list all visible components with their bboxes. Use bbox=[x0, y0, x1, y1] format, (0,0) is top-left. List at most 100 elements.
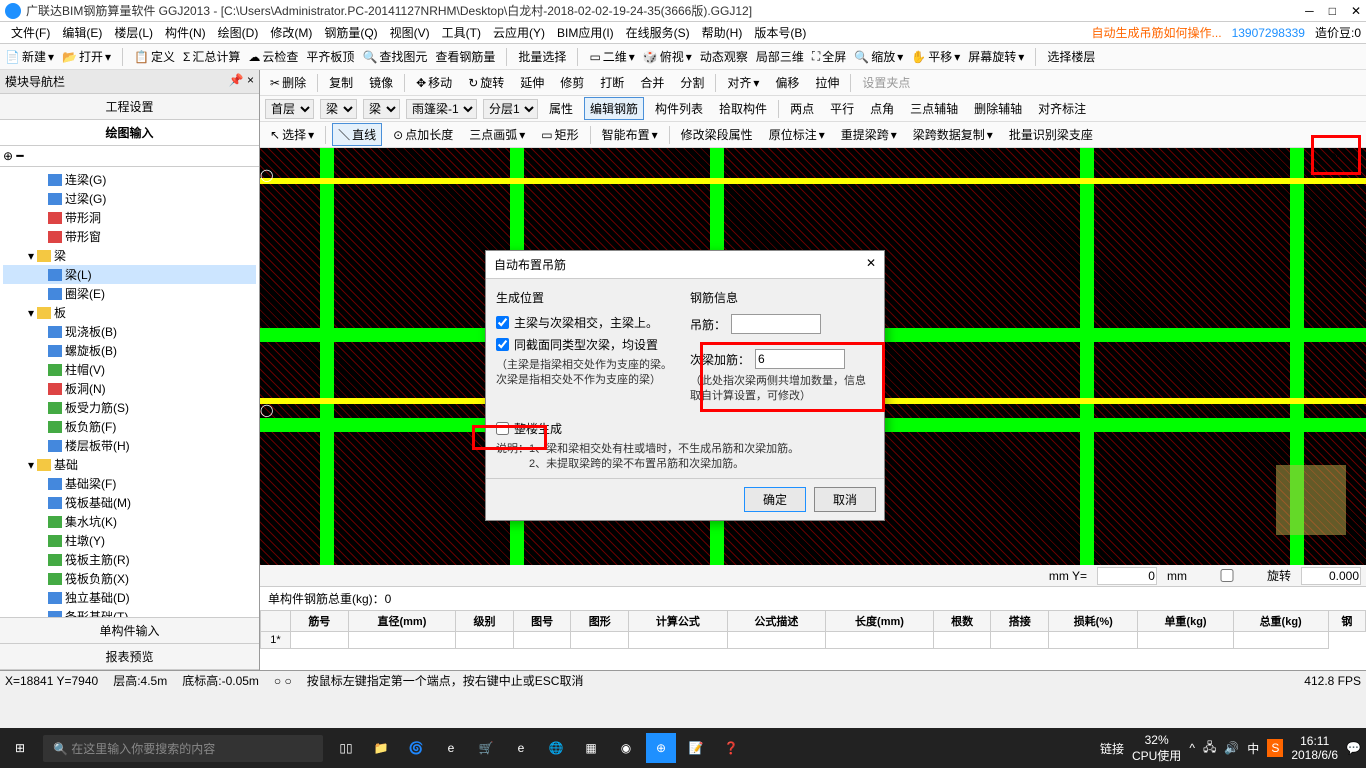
app-icon-4[interactable]: 🛒 bbox=[471, 733, 501, 763]
tb-rotate[interactable]: 屏幕旋转 ▾ bbox=[968, 48, 1024, 65]
dialog-close-icon[interactable]: ✕ bbox=[866, 256, 876, 273]
menu-edit[interactable]: 编辑(E) bbox=[56, 24, 108, 41]
ok-button[interactable]: 确定 bbox=[744, 487, 806, 512]
btn-offset[interactable]: 偏移 bbox=[770, 72, 804, 93]
tab-single[interactable]: 单构件输入 bbox=[0, 618, 259, 644]
btn-mod-beam[interactable]: 修改梁段属性 bbox=[676, 124, 758, 145]
tree-item[interactable]: ▾板 bbox=[3, 303, 256, 322]
tree-item[interactable]: 带形窗 bbox=[3, 227, 256, 246]
menu-online[interactable]: 在线服务(S) bbox=[620, 24, 696, 41]
tb-orbit[interactable]: 动态观察 bbox=[700, 48, 748, 65]
tb-full[interactable]: ⛶全屏 bbox=[812, 48, 846, 65]
btn-arc[interactable]: 三点画弧 ▾ bbox=[464, 124, 530, 145]
menu-draw[interactable]: 绘图(D) bbox=[212, 24, 265, 41]
tb-cloud[interactable]: ☁云检查 bbox=[248, 48, 298, 65]
tree-item[interactable]: 板受力筋(S) bbox=[3, 398, 256, 417]
floor-select[interactable]: 首层 bbox=[265, 99, 314, 119]
menu-modify[interactable]: 修改(M) bbox=[264, 24, 318, 41]
btn-pick[interactable]: 拾取构件 bbox=[714, 98, 772, 119]
btn-del-axis[interactable]: 删除辅轴 bbox=[969, 98, 1027, 119]
tree-item[interactable]: 筏板基础(M) bbox=[3, 493, 256, 512]
account-label[interactable]: 13907298339 bbox=[1232, 26, 1305, 40]
app-icon-7[interactable]: ▦ bbox=[576, 733, 606, 763]
menu-component[interactable]: 构件(N) bbox=[159, 24, 212, 41]
btn-line[interactable]: ＼直线 bbox=[332, 123, 382, 146]
tb-pan[interactable]: ✋平移 ▾ bbox=[911, 48, 960, 65]
menu-floor[interactable]: 楼层(L) bbox=[108, 24, 159, 41]
tree-item[interactable]: 带形洞 bbox=[3, 208, 256, 227]
tab-project[interactable]: 工程设置 bbox=[0, 94, 259, 120]
tree-item[interactable]: 楼层板带(H) bbox=[3, 436, 256, 455]
cat2-select[interactable]: 梁 bbox=[363, 99, 400, 119]
tree-item[interactable]: 筏板负筋(X) bbox=[3, 569, 256, 588]
app-icon-9[interactable]: ⊕ bbox=[646, 733, 676, 763]
tray-up-icon[interactable]: ^ bbox=[1189, 741, 1195, 755]
btn-delete[interactable]: ✂删除 bbox=[265, 72, 311, 93]
cat1-select[interactable]: 梁 bbox=[320, 99, 357, 119]
tb-view-rebar[interactable]: 查看钢筋量 bbox=[435, 48, 495, 65]
tree-item[interactable]: 梁(L) bbox=[3, 265, 256, 284]
coord-y-input[interactable] bbox=[1097, 567, 1157, 585]
btn-move[interactable]: ✥移动 bbox=[411, 72, 457, 93]
btn-props[interactable]: 属性 bbox=[544, 98, 578, 119]
tab-report[interactable]: 报表预览 bbox=[0, 644, 259, 670]
btn-inplace[interactable]: 原位标注 ▾ bbox=[764, 124, 830, 145]
tb-3d[interactable]: 局部三维 bbox=[756, 48, 804, 65]
tb-top[interactable]: 🎲俯视 ▾ bbox=[643, 48, 692, 65]
tab-draw[interactable]: 绘图输入 bbox=[0, 120, 259, 146]
btn-batch-id[interactable]: 批量识别梁支座 bbox=[1004, 124, 1098, 145]
btn-trim[interactable]: 修剪 bbox=[555, 72, 589, 93]
pin-icon[interactable]: 📌 × bbox=[229, 73, 254, 90]
menu-version[interactable]: 版本号(B) bbox=[748, 24, 812, 41]
app-icon-8[interactable]: ◉ bbox=[611, 733, 641, 763]
expand-toolbar-highlight[interactable]: » bbox=[1311, 135, 1361, 175]
menu-view[interactable]: 视图(V) bbox=[384, 24, 436, 41]
taskview-icon[interactable]: ▯▯ bbox=[331, 733, 361, 763]
btn-select[interactable]: ↖选择 ▾ bbox=[265, 124, 319, 145]
btn-3pt[interactable]: 三点辅轴 bbox=[905, 98, 963, 119]
btn-split[interactable]: 分割 bbox=[675, 72, 709, 93]
tree-item[interactable]: 螺旋板(B) bbox=[3, 341, 256, 360]
app-icon-11[interactable]: ❓ bbox=[716, 733, 746, 763]
tree-item[interactable]: 柱墩(Y) bbox=[3, 531, 256, 550]
tb-zoom[interactable]: 🔍缩放 ▾ bbox=[854, 48, 903, 65]
btn-align[interactable]: 对齐 ▾ bbox=[722, 72, 764, 93]
btn-extend[interactable]: 延伸 bbox=[515, 72, 549, 93]
maximize-icon[interactable]: □ bbox=[1329, 4, 1336, 18]
app-icon-3[interactable]: e bbox=[436, 733, 466, 763]
stirrup-input[interactable] bbox=[731, 314, 821, 334]
tree-item[interactable]: 板洞(N) bbox=[3, 379, 256, 398]
hint-link[interactable]: 自动生成吊筋如何操作... bbox=[1092, 24, 1222, 41]
tb-align[interactable]: 平齐板顶 bbox=[306, 48, 354, 65]
start-button[interactable]: ⊞ bbox=[5, 733, 35, 763]
layer-select[interactable]: 分层1 bbox=[483, 99, 538, 119]
tree-item[interactable]: ▾梁 bbox=[3, 246, 256, 265]
tree-item[interactable]: 筏板主筋(R) bbox=[3, 550, 256, 569]
rotate-input[interactable] bbox=[1301, 567, 1361, 585]
btn-2pt[interactable]: 两点 bbox=[785, 98, 819, 119]
close-icon[interactable]: ✕ bbox=[1351, 4, 1361, 18]
btn-list[interactable]: 构件列表 bbox=[650, 98, 708, 119]
menu-help[interactable]: 帮助(H) bbox=[696, 24, 749, 41]
btn-merge[interactable]: 合并 bbox=[635, 72, 669, 93]
cb-main-sub[interactable] bbox=[496, 316, 509, 329]
menu-tools[interactable]: 工具(T) bbox=[436, 24, 487, 41]
btn-grip[interactable]: 设置夹点 bbox=[857, 72, 915, 93]
tree-item[interactable]: 连梁(G) bbox=[3, 170, 256, 189]
tb-sum[interactable]: Σ汇总计算 bbox=[183, 48, 240, 65]
tree-controls[interactable]: ⊕ ━ bbox=[0, 146, 259, 167]
btn-copy[interactable]: 复制 bbox=[324, 72, 358, 93]
tree-item[interactable]: 过梁(G) bbox=[3, 189, 256, 208]
tray-notif-icon[interactable]: 💬 bbox=[1346, 741, 1361, 755]
tree-item[interactable]: 独立基础(D) bbox=[3, 588, 256, 607]
tb-batch[interactable]: 批量选择 bbox=[518, 48, 566, 65]
tree-item[interactable]: 基础梁(F) bbox=[3, 474, 256, 493]
cancel-button[interactable]: 取消 bbox=[814, 487, 876, 512]
menu-rebar[interactable]: 钢筋量(Q) bbox=[318, 24, 383, 41]
tray-net-icon[interactable]: 🖧 bbox=[1203, 738, 1216, 759]
btn-respan[interactable]: 重提梁跨 ▾ bbox=[836, 124, 902, 145]
app-icon-10[interactable]: 📝 bbox=[681, 733, 711, 763]
btn-point-len[interactable]: ⊙点加长度 bbox=[388, 124, 458, 145]
tree-item[interactable]: 圈梁(E) bbox=[3, 284, 256, 303]
tree-item[interactable]: ▾基础 bbox=[3, 455, 256, 474]
